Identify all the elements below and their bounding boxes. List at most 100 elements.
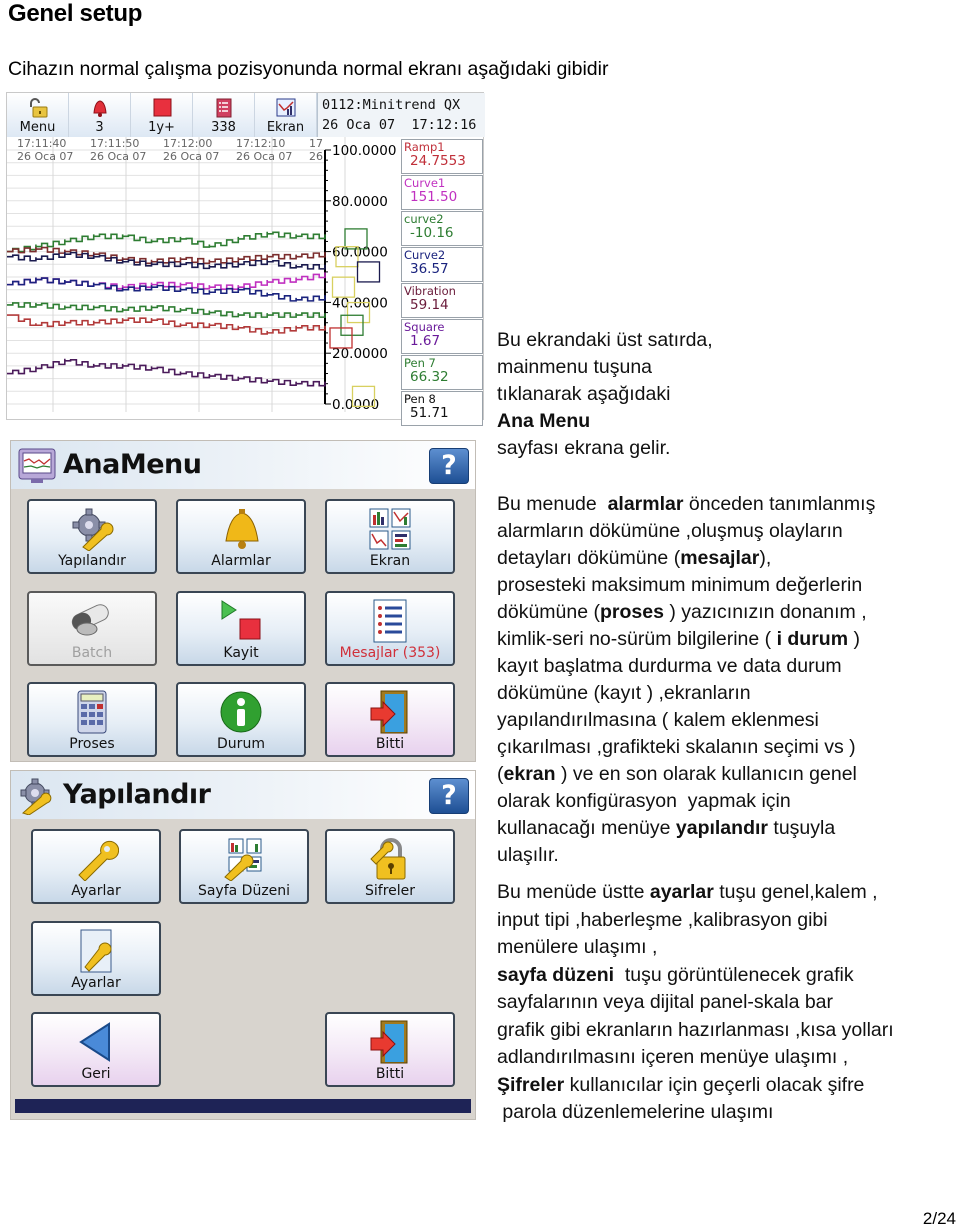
bell-icon bbox=[218, 507, 264, 551]
pen-box[interactable]: Ramp1 24.7553 bbox=[401, 139, 483, 174]
keyword-proses: proses bbox=[599, 601, 664, 623]
ana-menu-panel: AnaMenu ? Yapılandır Alarmlar Ekran Batc… bbox=[10, 440, 476, 762]
geri-button[interactable]: Geri bbox=[31, 1012, 161, 1087]
text-span: ), bbox=[759, 547, 772, 569]
pen-box[interactable]: Square 1.67 bbox=[401, 319, 483, 354]
pen-box[interactable]: Pen 7 66.32 bbox=[401, 355, 483, 390]
stop-square-icon bbox=[151, 98, 173, 118]
bitti-button[interactable]: Bitti bbox=[325, 682, 455, 757]
series-line-red bbox=[7, 314, 326, 335]
text-span: ) ve en son olarak kullanıcın genel bbox=[555, 763, 857, 785]
text-line: olarak konfigürasyon yapmak için bbox=[497, 790, 791, 812]
text-span: Bu menüde üstte bbox=[497, 881, 650, 903]
bitti-label: Bitti bbox=[375, 1066, 405, 1082]
sayfa-duzeni-button[interactable]: Sayfa Düzeni bbox=[179, 829, 309, 904]
alarm-count-button[interactable]: 3 bbox=[69, 93, 131, 137]
keyword-alarmlar: alarmlar bbox=[607, 493, 684, 515]
text-line: alarmların dökümüne ,oluşmuş olayların bbox=[497, 520, 843, 542]
message-list-icon bbox=[213, 98, 235, 118]
proses-button[interactable]: Proses bbox=[27, 682, 157, 757]
pen-value-panel: Ramp1 24.7553 Curve1 151.50 curve2 -10.16 C… bbox=[401, 139, 483, 427]
text-line: (ekran ) ve en son olarak kullanıcın gen… bbox=[497, 761, 875, 788]
help-button[interactable]: ? bbox=[429, 778, 469, 814]
description-para-3: Bu menüde üstte ayarlar tuşu genel,kalem… bbox=[497, 879, 894, 1127]
screen-chart-icon bbox=[275, 98, 297, 118]
text-span: kimlik-seri no-sürüm bilgilerine ( bbox=[497, 628, 777, 650]
trend-monitor-icon bbox=[17, 447, 57, 485]
mesajlar-label: Mesajlar (353) bbox=[339, 645, 441, 661]
calculator-icon bbox=[69, 690, 115, 734]
geri-label: Geri bbox=[81, 1066, 111, 1082]
yapilandir-panel: Yapılandır ? Ayarlar Sayfa Düzeni Sifrel… bbox=[10, 770, 476, 1120]
kayit-label: Kayit bbox=[223, 645, 259, 661]
alarmlar-button[interactable]: Alarmlar bbox=[176, 499, 306, 574]
text-line: Bu menüde üstte ayarlar tuşu genel,kalem… bbox=[497, 879, 894, 907]
ekran-label: Ekran bbox=[369, 553, 411, 569]
text-line: kullanacağı menüye yapılandır tuşuyla bbox=[497, 815, 875, 842]
exit-door-icon bbox=[367, 1020, 413, 1064]
keyword-yapilandir: yapılandır bbox=[675, 817, 768, 839]
text-line: ulaşılır. bbox=[497, 844, 559, 866]
yapilandir-header: Yapılandır ? bbox=[11, 771, 475, 819]
menu-button[interactable]: Menu bbox=[7, 93, 69, 137]
pen-box[interactable]: Vibration 59.14 bbox=[401, 283, 483, 318]
document-intro: Cihazın normal çalışma pozisyonunda norm… bbox=[8, 58, 609, 80]
batch-label: Batch bbox=[71, 645, 113, 661]
description-para-2: Bu menude alarmlar önceden tanımlanmış a… bbox=[497, 491, 875, 869]
text-line: Bu ekrandaki üst satırda, bbox=[497, 329, 713, 351]
mesajlar-button[interactable]: Mesajlar (353) bbox=[325, 591, 455, 666]
sifreler-button[interactable]: Sifreler bbox=[325, 829, 455, 904]
pen-box[interactable]: curve2 -10.16 bbox=[401, 211, 483, 246]
x-tick-time: 17 bbox=[309, 137, 323, 150]
bitti-button[interactable]: Bitti bbox=[325, 1012, 455, 1087]
text-line: yapılandırılmasına ( kalem eklenmesi bbox=[497, 709, 819, 731]
batch-button[interactable]: Batch bbox=[27, 591, 157, 666]
pen-name: Pen 8 bbox=[404, 392, 436, 406]
text-span: ) bbox=[848, 628, 860, 650]
ana-menu-title: AnaMenu bbox=[63, 449, 202, 480]
yapilandir-button[interactable]: Yapılandır bbox=[27, 499, 157, 574]
text-line: menülere ulaşımı , bbox=[497, 936, 658, 958]
screen-button[interactable]: Ekran bbox=[255, 93, 317, 137]
yapilandir-title: Yapılandır bbox=[63, 779, 211, 810]
text-span: kullanıcılar için geçerli olacak şifre bbox=[564, 1073, 865, 1096]
device-name: 0112:Minitrend QX bbox=[322, 97, 461, 113]
ekran-button[interactable]: Ekran bbox=[325, 499, 455, 574]
help-button[interactable]: ? bbox=[429, 448, 469, 484]
text-line: Şifreler kullanıcılar için geçerli olaca… bbox=[497, 1072, 894, 1100]
pen-value: 24.7553 bbox=[410, 153, 466, 169]
scale-marker bbox=[331, 276, 356, 298]
pills-icon bbox=[69, 599, 115, 643]
pen-name: Pen 7 bbox=[404, 356, 436, 370]
x-tick-date: 26 bbox=[309, 150, 323, 163]
recording-button[interactable]: 1y+ bbox=[131, 93, 193, 137]
messages-button[interactable]: 338 bbox=[193, 93, 255, 137]
trend-toolbar: Menu 3 1y+ 338 Ekran bbox=[7, 93, 317, 137]
text-line: çıkarılması ,grafikteki skalanın seçimi … bbox=[497, 736, 856, 758]
page-number: 2/24 bbox=[922, 1209, 956, 1228]
kayit-button[interactable]: Kayit bbox=[176, 591, 306, 666]
pen-box[interactable]: Curve1 151.50 bbox=[401, 175, 483, 210]
text-line: prosesteki maksimum minimum değerlerin bbox=[497, 574, 863, 596]
ayarlar-button[interactable]: Ayarlar bbox=[31, 829, 161, 904]
text-span: önceden tanımlanmış bbox=[683, 493, 876, 515]
device-info: 0112:Minitrend QX 26 Oca 07 17:12:16 bbox=[317, 93, 485, 137]
alarm-bell-icon bbox=[89, 98, 111, 118]
proses-label: Proses bbox=[69, 736, 115, 752]
pen-name: Curve1 bbox=[404, 176, 446, 190]
text-span: ) yazıcınızın donanım , bbox=[663, 601, 867, 623]
x-tick-time: 17:12:10 bbox=[236, 137, 285, 150]
pen-box[interactable]: Pen 8 51.71 bbox=[401, 391, 483, 426]
text-span: dökümüne ( bbox=[497, 601, 600, 623]
description-para-1: Bu ekrandaki üst satırda, mainmenu tuşun… bbox=[497, 327, 713, 462]
pen-name: Square bbox=[404, 320, 445, 334]
wrench-box-icon bbox=[73, 929, 119, 973]
durum-button[interactable]: Durum bbox=[176, 682, 306, 757]
keyword-ayarlar: ayarlar bbox=[649, 881, 714, 903]
alarm-count-label: 3 bbox=[95, 120, 104, 135]
x-tick-date: 26 Oca 07 bbox=[236, 150, 292, 163]
ayarlar-secondary-button[interactable]: Ayarlar bbox=[31, 921, 161, 996]
text-line: sayfa düzeni tuşu görüntülenecek grafik bbox=[497, 962, 894, 990]
text-span: Bu menude bbox=[497, 493, 608, 515]
pen-box[interactable]: Curve2 36.57 bbox=[401, 247, 483, 282]
